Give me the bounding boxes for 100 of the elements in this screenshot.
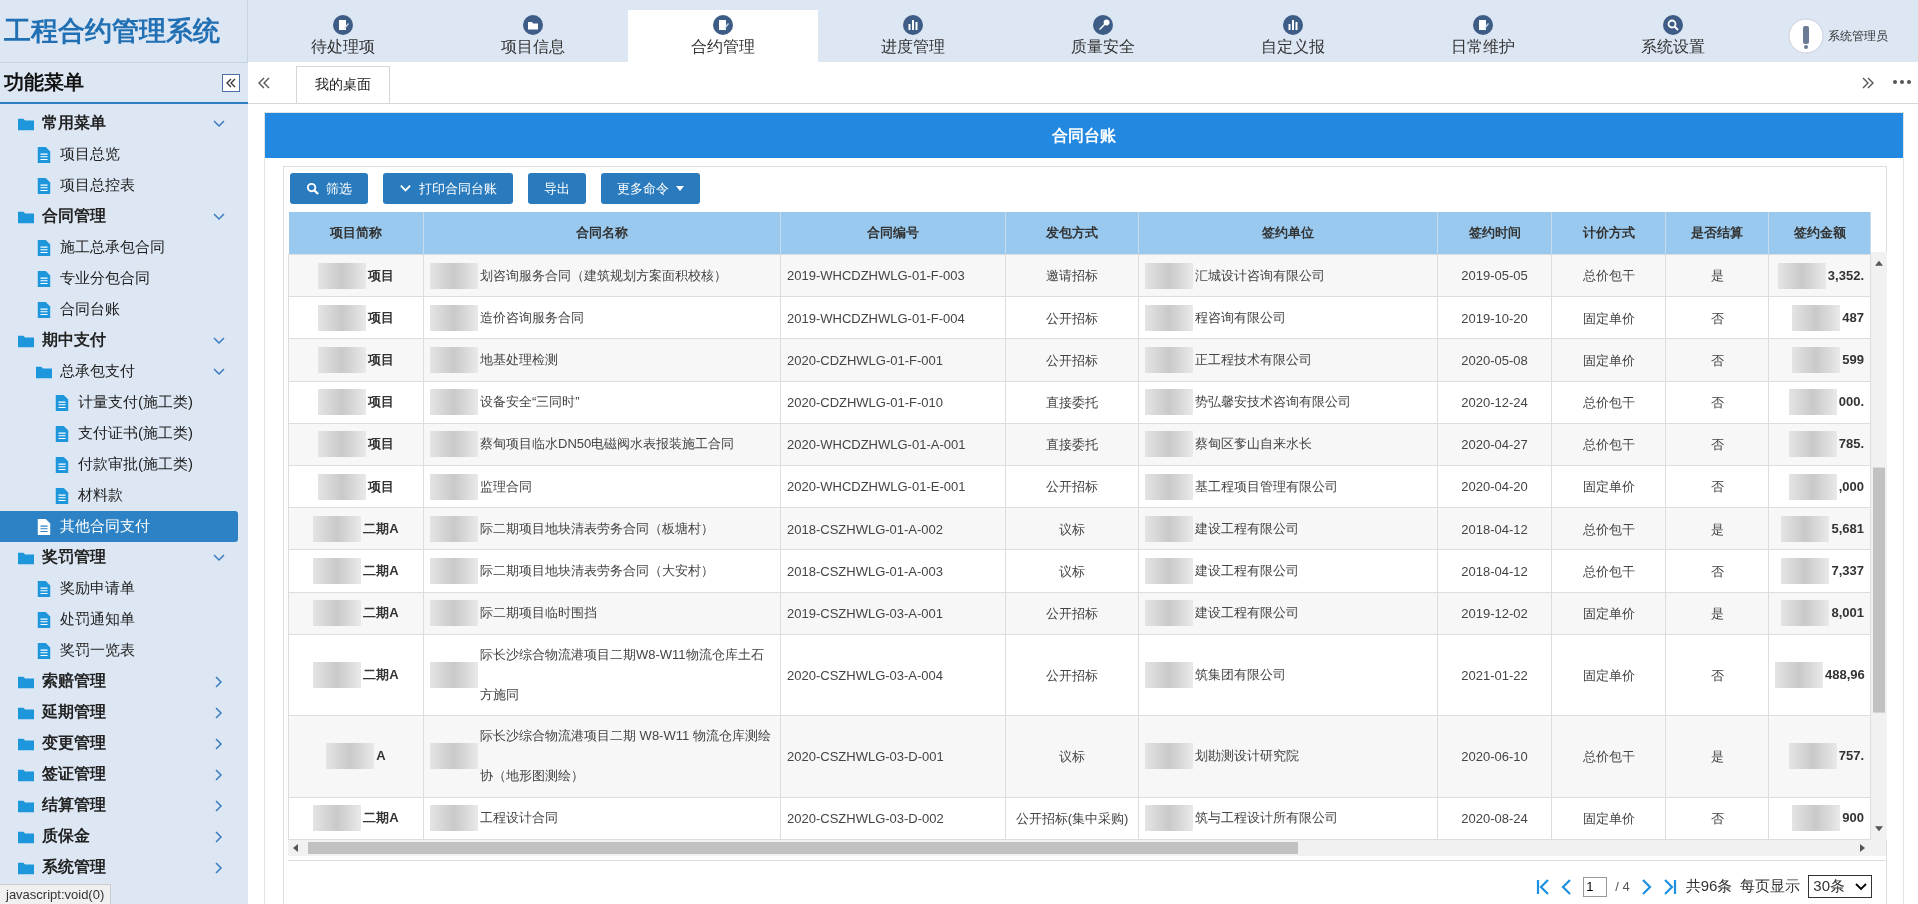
table-cell: 否: [1710, 563, 1724, 579]
nav-tab[interactable]: 项目信息: [438, 10, 628, 62]
sidebar-item[interactable]: 变更管理: [0, 728, 238, 759]
table-cell: 2019-WHCDZHWLG-01-F-004: [787, 310, 965, 326]
table-cell: 2020-04-20: [1461, 478, 1528, 494]
horizontal-scrollbar[interactable]: [288, 840, 1886, 856]
first-page-icon[interactable]: [1535, 877, 1552, 896]
sidebar-item[interactable]: 合同台账: [0, 294, 238, 325]
blurred-block: [318, 389, 366, 416]
table-cell: 直接委托: [1046, 436, 1098, 452]
sidebar-item[interactable]: 项目总控表: [0, 170, 238, 201]
more-icon[interactable]: [1892, 79, 1912, 85]
sidebar-item[interactable]: 处罚通知单: [0, 604, 238, 635]
table-cell: 总价包干: [1582, 748, 1635, 764]
sidebar-item[interactable]: 计量支付(施工类): [0, 387, 238, 418]
table-cell: 2020-WHCDZHWLG-01-A-001: [787, 436, 966, 452]
app-title: 工程合约管理系统: [4, 15, 220, 48]
user-name[interactable]: 系统管理员: [1828, 27, 1888, 45]
nav-tab[interactable]: 质量安全: [1008, 10, 1198, 62]
blurred-block: [313, 600, 362, 627]
toolbar-button[interactable]: 打印合同台账: [383, 173, 513, 204]
column-header[interactable]: 签约金额: [1768, 212, 1871, 255]
search-icon: [306, 182, 319, 195]
document-icon: [36, 239, 52, 256]
column-header[interactable]: 是否结算: [1665, 212, 1769, 255]
toolbar-button[interactable]: 导出: [528, 173, 586, 204]
table-cell-text: 757.: [1838, 747, 1864, 766]
last-page-icon[interactable]: [1661, 877, 1678, 896]
table-cell: 2021-01-22: [1461, 667, 1528, 683]
sidebar-item[interactable]: 延期管理: [0, 697, 238, 728]
sidebar-item[interactable]: 奖励申请单: [0, 573, 238, 604]
column-header[interactable]: 计价方式: [1551, 212, 1666, 255]
page-tab[interactable]: 我的桌面: [296, 66, 390, 103]
collapse-icon[interactable]: [222, 73, 240, 92]
sidebar-item[interactable]: 总承包支付: [0, 356, 238, 387]
scroll-left-icon[interactable]: [256, 75, 272, 91]
blurred-block: [313, 662, 362, 689]
table-cell: 2020-WHCDZHWLG-01-E-001: [787, 478, 966, 494]
sidebar-item[interactable]: 期中支付: [0, 325, 238, 356]
blurred-block: [430, 347, 478, 373]
column-header[interactable]: 项目简称: [288, 212, 424, 255]
blurred-block: [1788, 431, 1837, 458]
column-header[interactable]: 合同名称: [423, 212, 781, 255]
table-cell-text: 488,96: [1825, 666, 1864, 685]
sidebar-item[interactable]: 系统管理: [0, 852, 238, 883]
chevron-down-icon: [399, 182, 412, 195]
sidebar-item[interactable]: 其他合同支付: [0, 511, 238, 542]
sidebar-item[interactable]: 签证管理: [0, 759, 238, 790]
chevron-down-icon: [1855, 882, 1867, 891]
sidebar-item[interactable]: 施工总承包合同: [0, 232, 238, 263]
blurred-block: [326, 743, 375, 770]
bar-chart-icon: [1283, 15, 1303, 35]
column-header[interactable]: 签约单位: [1138, 212, 1438, 255]
folder-icon: [523, 15, 543, 35]
sidebar-item[interactable]: 索赔管理: [0, 666, 238, 697]
nav-tab[interactable]: 进度管理: [818, 10, 1008, 62]
sidebar-item[interactable]: 专业分包合同: [0, 263, 238, 294]
page-input[interactable]: 1: [1583, 876, 1608, 897]
sidebar-item[interactable]: 常用菜单: [0, 108, 238, 139]
table-cell-text: 蔡甸项目临水DN50电磁阀水表报装施工合同: [480, 435, 735, 454]
caret-icon: [676, 186, 684, 191]
vertical-scrollbar[interactable]: [1871, 252, 1887, 840]
nav-tab[interactable]: 日常维护: [1388, 10, 1578, 62]
sidebar-item[interactable]: 支付证书(施工类): [0, 418, 238, 449]
table-cell: 固定单价: [1582, 667, 1635, 683]
page-size-label: 每页显示: [1740, 877, 1801, 896]
nav-tab[interactable]: 自定义报: [1198, 10, 1388, 62]
table-cell-text: 筑与工程设计所有限公司: [1195, 809, 1338, 828]
sidebar-item[interactable]: 项目总览: [0, 139, 238, 170]
table-cell-text: 项目: [368, 351, 394, 369]
sidebar-item[interactable]: 质保金: [0, 821, 238, 852]
document-icon: [713, 15, 733, 35]
table-cell: 2020-CDZHWLG-01-F-010: [787, 394, 944, 410]
column-header[interactable]: 发包方式: [1005, 212, 1139, 255]
page-size-select[interactable]: 30条: [1808, 875, 1872, 898]
sidebar-item[interactable]: 合同管理: [0, 201, 238, 232]
scroll-right-icon[interactable]: [1860, 75, 1876, 91]
column-header[interactable]: 签约时间: [1437, 212, 1552, 255]
table-cell-text: 建设工程有限公司: [1195, 562, 1299, 580]
table-cell-text: 项目: [368, 477, 394, 496]
sidebar-item[interactable]: 材料款: [0, 480, 238, 511]
table-cell: 否: [1710, 810, 1724, 826]
table-cell-text: 二期A: [363, 519, 399, 538]
page-count: / 4: [1615, 879, 1630, 894]
document-icon: [333, 15, 353, 35]
column-header[interactable]: 合同编号: [780, 212, 1006, 255]
nav-tab[interactable]: 系统设置: [1578, 10, 1768, 62]
document-icon: [36, 642, 52, 659]
blurred-block: [318, 431, 366, 458]
nav-tab[interactable]: 合约管理: [628, 10, 818, 62]
sidebar-item[interactable]: 奖罚一览表: [0, 635, 238, 666]
sidebar-item[interactable]: 奖罚管理: [0, 542, 238, 573]
blurred-block: [1788, 473, 1837, 500]
toolbar-button[interactable]: 筛选: [290, 173, 368, 204]
blurred-block: [313, 515, 362, 542]
sidebar-item[interactable]: 结算管理: [0, 790, 238, 821]
nav-tab[interactable]: 待处理项: [248, 10, 438, 62]
toolbar-button[interactable]: 更多命令: [601, 173, 700, 204]
table-cell: 2019-12-02: [1461, 605, 1528, 621]
sidebar-item[interactable]: 付款审批(施工类): [0, 449, 238, 480]
